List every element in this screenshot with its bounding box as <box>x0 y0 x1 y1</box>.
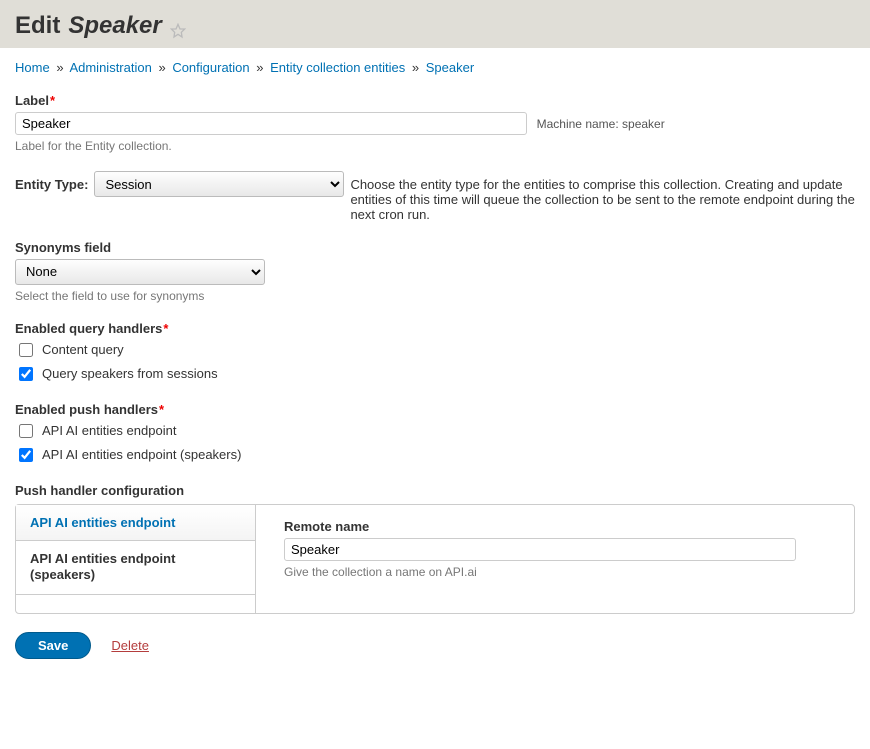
tab-api-ai-endpoint-speakers[interactable]: API AI entities endpoint (speakers) <box>16 541 255 596</box>
page-title: Edit Speaker <box>15 12 855 40</box>
checkbox-label: API AI entities endpoint (speakers) <box>42 447 241 462</box>
breadcrumb-link[interactable]: Speaker <box>426 60 474 75</box>
tab-api-ai-endpoint[interactable]: API AI entities endpoint <box>16 505 255 541</box>
checkbox-api-ai-endpoint[interactable] <box>19 424 33 438</box>
entity-type-select[interactable]: Session <box>94 171 344 197</box>
tab-content: Remote name Give the collection a name o… <box>256 505 854 613</box>
checkbox-label: Content query <box>42 342 124 357</box>
breadcrumb-link[interactable]: Administration <box>69 60 151 75</box>
tab-sidebar: API AI entities endpoint API AI entities… <box>16 505 256 613</box>
breadcrumb-link[interactable]: Entity collection entities <box>270 60 405 75</box>
save-button[interactable]: Save <box>15 632 91 659</box>
page-title-prefix: Edit <box>15 12 60 40</box>
push-handlers-title: Enabled push handlers* <box>15 402 855 417</box>
machine-name: Machine name: speaker <box>537 117 665 131</box>
remote-name-title: Remote name <box>284 519 826 534</box>
push-config-tabs: API AI entities endpoint API AI entities… <box>15 504 855 614</box>
delete-link[interactable]: Delete <box>111 638 149 653</box>
breadcrumb-link[interactable]: Home <box>15 60 50 75</box>
label-field-title: Label* <box>15 93 855 108</box>
query-handlers-title: Enabled query handlers* <box>15 321 855 336</box>
checkbox-label: API AI entities endpoint <box>42 423 176 438</box>
entity-type-help: Choose the entity type for the entities … <box>350 177 855 222</box>
checkbox-api-ai-endpoint-speakers[interactable] <box>19 448 33 462</box>
breadcrumb-link[interactable]: Configuration <box>172 60 249 75</box>
checkbox-content-query[interactable] <box>19 343 33 357</box>
synonyms-select[interactable]: None <box>15 259 265 285</box>
remote-name-help: Give the collection a name on API.ai <box>284 565 826 579</box>
label-input[interactable] <box>15 112 527 135</box>
synonyms-title: Synonyms field <box>15 240 855 255</box>
entity-type-title: Entity Type: <box>15 177 88 192</box>
push-config-title: Push handler configuration <box>15 483 855 498</box>
page-title-entity: Speaker <box>68 12 161 40</box>
remote-name-input[interactable] <box>284 538 796 561</box>
required-icon: * <box>163 321 168 336</box>
required-icon: * <box>159 402 164 417</box>
required-icon: * <box>50 93 55 108</box>
synonyms-help: Select the field to use for synonyms <box>15 289 855 303</box>
checkbox-label: Query speakers from sessions <box>42 366 218 381</box>
star-icon[interactable] <box>170 18 186 34</box>
breadcrumb: Home » Administration » Configuration » … <box>15 60 855 75</box>
label-help: Label for the Entity collection. <box>15 139 855 153</box>
checkbox-query-speakers[interactable] <box>19 367 33 381</box>
